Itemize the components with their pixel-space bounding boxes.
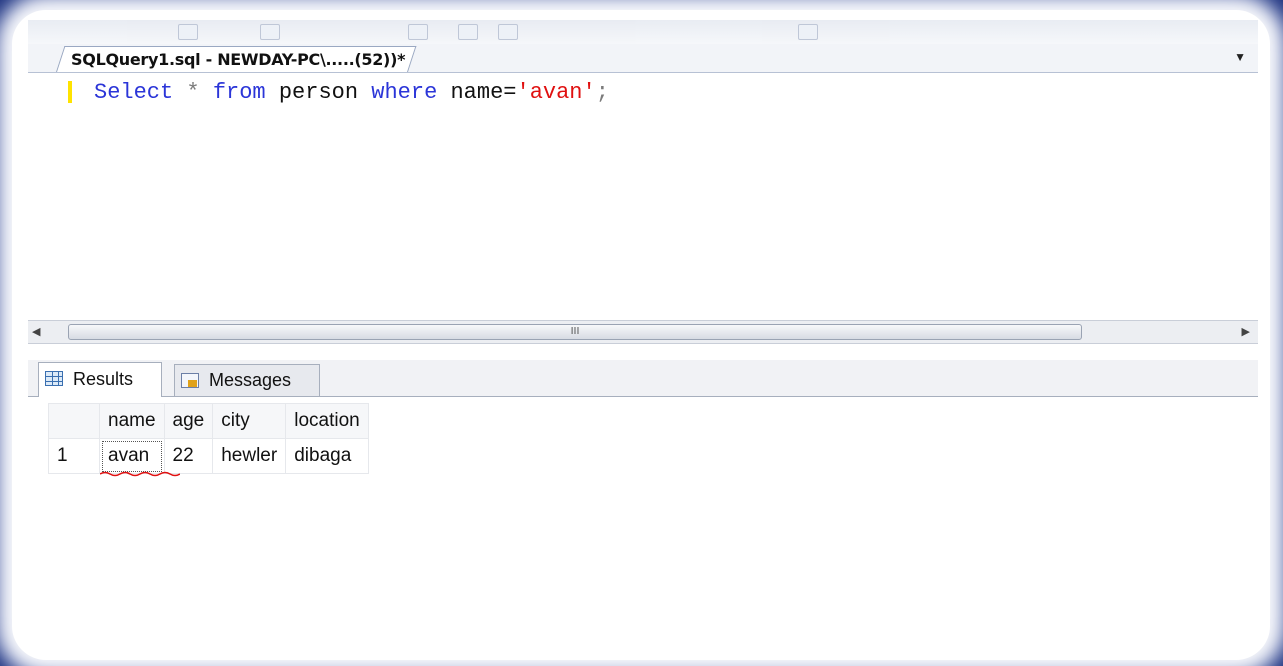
table-cell[interactable]: hewler [212, 438, 287, 474]
token-table: person [265, 80, 372, 105]
tab-results[interactable]: Results [38, 362, 162, 397]
table-cell[interactable]: dibaga [285, 438, 369, 474]
messages-icon [181, 373, 199, 388]
toolbar-button-icon[interactable] [408, 24, 428, 40]
tab-messages-label: Messages [209, 370, 292, 390]
table-row: 1 avan 22 hewler dibaga [48, 438, 369, 477]
tab-messages[interactable]: Messages [174, 364, 320, 396]
toolbar-button-icon[interactable] [798, 24, 818, 40]
header-row: name age city location [48, 403, 369, 439]
document-tab-title: SQLQuery1.sql - NEWDAY-PC\.....(52))* [71, 50, 406, 69]
column-header[interactable]: name [99, 403, 165, 439]
changed-line-marker [68, 81, 72, 103]
scroll-right-icon[interactable]: ▶ [1242, 325, 1250, 338]
toolbar-button-icon[interactable] [498, 24, 518, 40]
table-cell[interactable]: 22 [163, 438, 214, 474]
token-column: name= [437, 80, 517, 105]
keyword-from: from [212, 80, 266, 105]
column-header[interactable]: city [212, 403, 287, 439]
toolbar-button-icon[interactable] [458, 24, 478, 40]
selected-cell[interactable]: avan [99, 438, 180, 477]
cell-value: avan [108, 445, 150, 466]
results-table: name age city location 1 avan 22 hewler … [48, 403, 369, 477]
code-line: Select * from person where name='avan'; [94, 80, 609, 106]
column-header[interactable]: location [285, 403, 369, 439]
query-editor[interactable]: Select * from person where name='avan'; [28, 73, 1258, 320]
token-star: * [173, 80, 213, 105]
horizontal-scrollbar[interactable]: ◀ III ▶ [28, 320, 1258, 344]
scroll-grip: III [570, 326, 580, 337]
ssms-window: SQLQuery1.sql - NEWDAY-PC\.....(52))* ▼ … [28, 20, 1258, 652]
toolbar [28, 20, 1258, 44]
toolbar-button-icon[interactable] [178, 24, 198, 40]
grid-icon [45, 371, 63, 386]
toolbar-button-icon[interactable] [260, 24, 280, 40]
token-semicolon: ; [595, 80, 609, 105]
scroll-thumb[interactable]: III [68, 324, 1082, 340]
keyword-where: where [371, 80, 438, 105]
row-number[interactable]: 1 [48, 438, 100, 474]
keyword-select: Select [94, 80, 174, 105]
document-tab[interactable]: SQLQuery1.sql - NEWDAY-PC\.....(52))* [56, 46, 417, 72]
results-tab-strip: Results Messages [28, 360, 1258, 397]
column-header[interactable]: age [163, 403, 214, 439]
spell-squiggle [100, 471, 180, 477]
results-grid: name age city location 1 avan 22 hewler … [28, 397, 1258, 652]
row-header-corner[interactable] [48, 403, 100, 439]
scroll-left-icon[interactable]: ◀ [32, 325, 40, 338]
document-tab-strip: SQLQuery1.sql - NEWDAY-PC\.....(52))* ▼ [28, 44, 1258, 73]
tab-results-label: Results [73, 369, 134, 389]
string-literal: 'avan' [516, 80, 596, 105]
tab-list-dropdown-icon[interactable]: ▼ [1234, 50, 1246, 64]
